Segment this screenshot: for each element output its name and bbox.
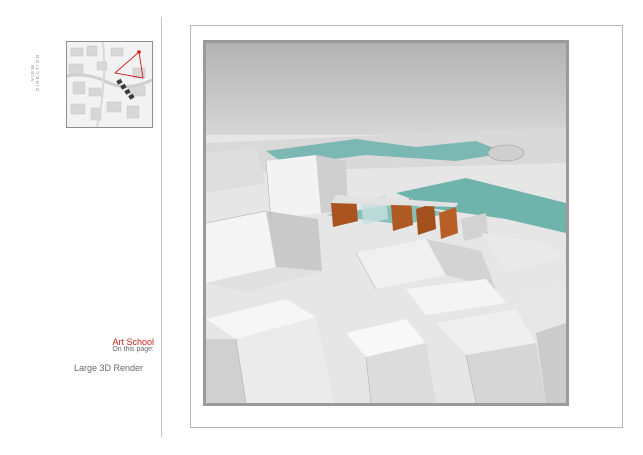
page-item-link[interactable]: Large 3D Render: [74, 363, 164, 373]
location-minimap: [66, 41, 153, 128]
view-direction-label: VIEW DIRECTION: [30, 53, 40, 91]
section-subtitle: On this page:: [112, 346, 154, 353]
sidebar-divider: [161, 17, 162, 437]
large-3d-render: [203, 40, 569, 406]
